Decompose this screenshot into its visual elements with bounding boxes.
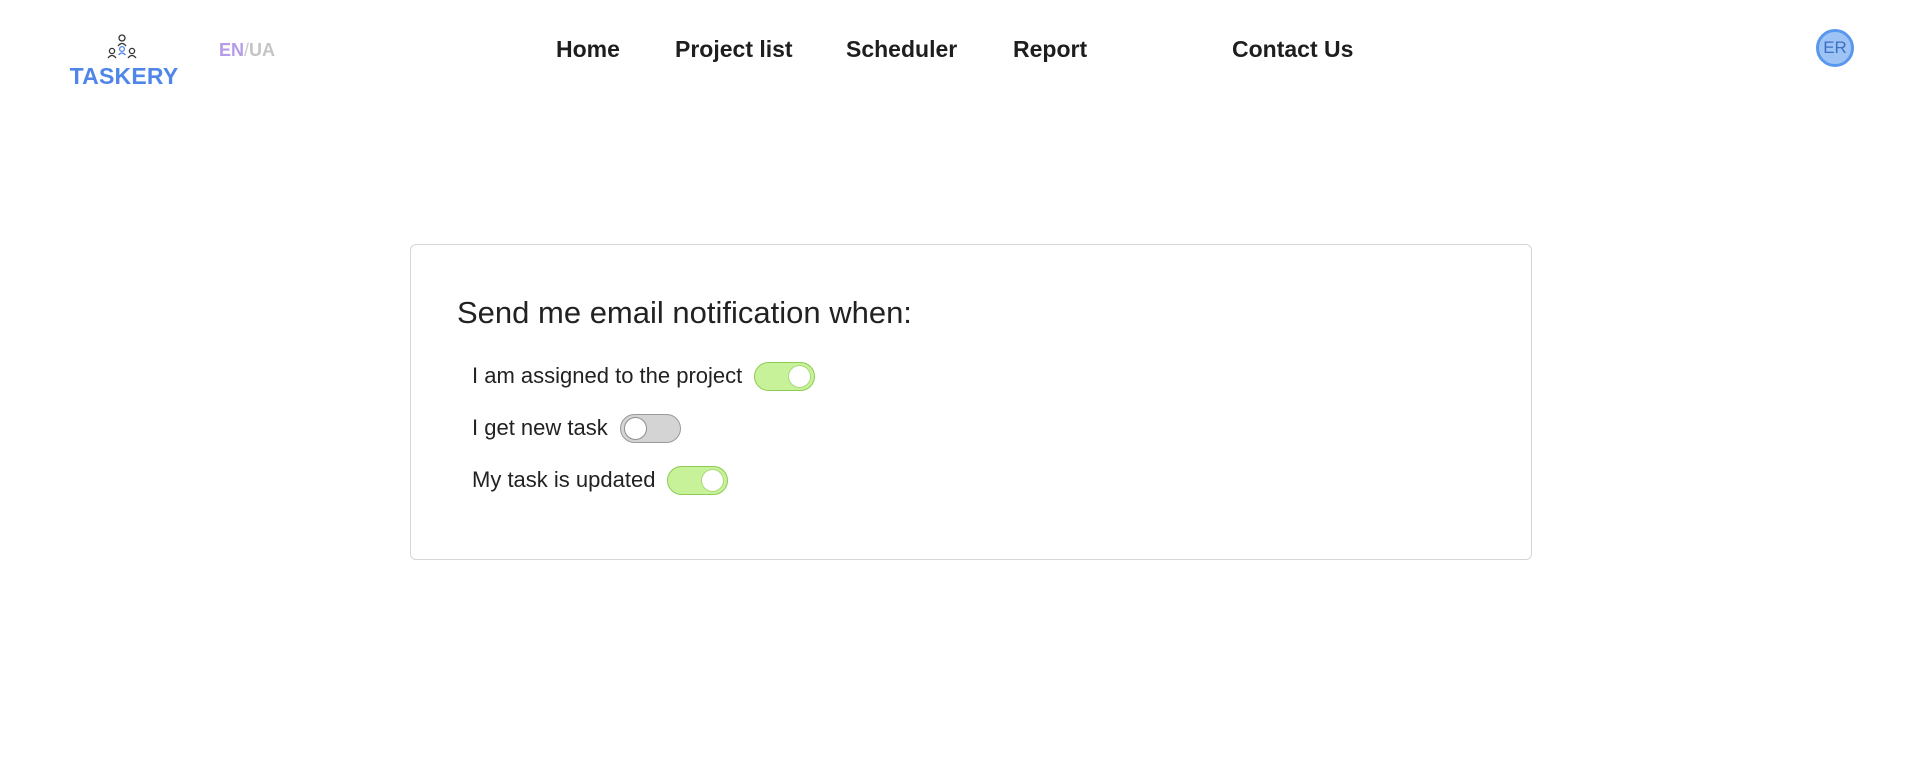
nav-report[interactable]: Report [1013,36,1087,63]
option-label: My task is updated [472,467,656,492]
taskery-logo[interactable]: TASKERY [68,34,180,90]
logo-text: TASKERY [69,63,179,89]
option-label: I get new task [472,415,608,440]
language-switcher: EN/UA [219,40,275,61]
task-updated-toggle[interactable] [667,465,729,495]
notification-option-new-task: I get new task [472,412,681,444]
notification-option-task-updated: My task is updated [472,464,729,496]
top-navbar: TASKERY EN/UA Home Project list Schedule… [0,0,1920,100]
assigned-project-toggle[interactable] [754,361,816,391]
user-avatar[interactable]: ER [1816,29,1854,67]
toggle-knob [788,364,812,388]
nav-contact-us[interactable]: Contact Us [1232,36,1353,63]
nav-home[interactable]: Home [556,36,620,63]
notification-option-assigned-project: I am assigned to the project [472,360,816,392]
team-network-icon [107,34,137,59]
settings-title: Send me email notification when: [457,295,912,330]
email-notification-settings-card: Send me email notification when: I am as… [410,244,1532,560]
toggle-knob [701,468,725,492]
toggle-knob [623,416,647,440]
nav-project-list[interactable]: Project list [675,36,793,63]
new-task-toggle[interactable] [619,413,681,443]
lang-en-button[interactable]: EN [219,40,244,60]
nav-scheduler[interactable]: Scheduler [846,36,957,63]
lang-ua-button[interactable]: UA [249,40,275,60]
option-label: I am assigned to the project [472,363,743,388]
